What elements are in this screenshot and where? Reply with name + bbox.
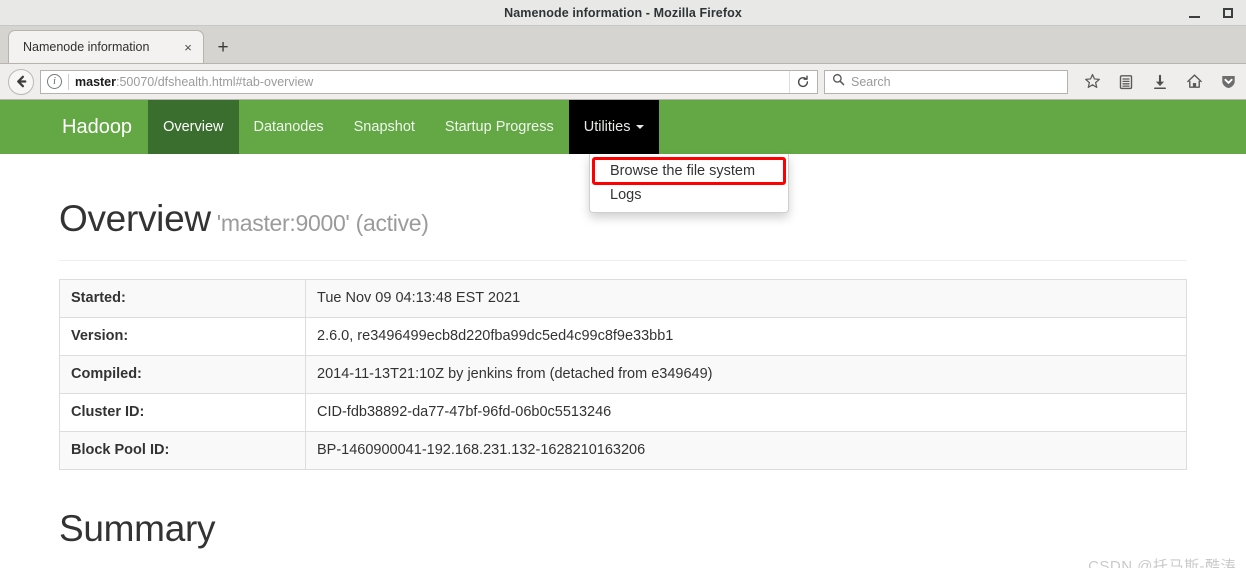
reload-icon[interactable]: [789, 70, 815, 93]
table-row: Version: 2.6.0, re3496499ecb8d220fba99dc…: [59, 317, 1187, 357]
back-arrow-icon[interactable]: [8, 68, 34, 95]
menu-item-logs[interactable]: Logs: [590, 183, 788, 207]
browser-tabstrip: Namenode information × +: [0, 26, 1246, 64]
window-title: Namenode information - Mozilla Firefox: [504, 5, 742, 20]
toolbar-icons: [1074, 72, 1238, 92]
new-tab-button[interactable]: +: [208, 33, 238, 63]
table-row: Block Pool ID: BP-1460900041-192.168.231…: [59, 431, 1187, 471]
row-key: Version:: [59, 317, 306, 357]
browser-toolbar: i master:50070/dfshealth.html#tab-overvi…: [0, 64, 1246, 100]
row-value: CID-fdb38892-da77-47bf-96fd-06b0c5513246: [305, 393, 1187, 433]
menu-item-browse-file-system[interactable]: Browse the file system: [592, 157, 786, 185]
url-text: master:50070/dfshealth.html#tab-overview: [75, 75, 783, 89]
pocket-shield-icon[interactable]: [1218, 72, 1238, 92]
url-separator: [68, 73, 69, 90]
nav-item-snapshot-label: Snapshot: [353, 119, 415, 135]
browser-tab[interactable]: Namenode information ×: [8, 30, 204, 63]
row-key: Started:: [59, 278, 306, 319]
csdn-watermark: CSDN @托马斯-酷涛: [1088, 558, 1236, 568]
row-key: Cluster ID:: [59, 393, 306, 433]
tab-title: Namenode information: [23, 40, 150, 54]
row-value: Tue Nov 09 04:13:48 EST 2021: [305, 278, 1187, 319]
info-icon[interactable]: i: [47, 74, 62, 89]
row-value: 2.6.0, re3496499ecb8d220fba99dc5ed4c99c8…: [305, 317, 1187, 357]
nav-item-overview-label: Overview: [163, 119, 224, 135]
url-host: master: [75, 74, 116, 89]
window-titlebar: Namenode information - Mozilla Firefox: [0, 0, 1246, 26]
window-controls: [1184, 0, 1238, 26]
nav-item-overview[interactable]: Overview: [148, 100, 239, 154]
nav-item-startup-progress[interactable]: Startup Progress: [430, 100, 569, 154]
row-key: Block Pool ID:: [59, 431, 306, 471]
nav-item-startup-progress-label: Startup Progress: [444, 119, 554, 135]
chevron-down-icon: [636, 125, 645, 129]
row-value: BP-1460900041-192.168.231.132-1628210163…: [305, 431, 1187, 471]
utilities-dropdown-menu: Browse the file system Logs: [589, 154, 789, 213]
title-divider: [59, 260, 1187, 261]
star-icon[interactable]: [1082, 72, 1102, 92]
home-icon[interactable]: [1184, 72, 1204, 92]
nav-item-utilities[interactable]: Utilities: [568, 100, 660, 154]
nav-item-datanodes[interactable]: Datanodes: [239, 100, 339, 154]
nav-item-datanodes-label: Datanodes: [253, 119, 324, 135]
brand-hadoop[interactable]: Hadoop: [46, 100, 148, 154]
table-row: Cluster ID: CID-fdb38892-da77-47bf-96fd-…: [59, 393, 1187, 433]
page-title-sub: 'master:9000' (active): [216, 210, 429, 236]
search-bar[interactable]: Search: [824, 69, 1068, 94]
search-input[interactable]: Search: [851, 75, 891, 89]
table-row: Started: Tue Nov 09 04:13:48 EST 2021: [59, 278, 1187, 319]
page-title-main: Overview: [59, 198, 211, 239]
minimize-button[interactable]: [1184, 3, 1204, 23]
hadoop-navbar: Hadoop Overview Datanodes Snapshot Start…: [0, 100, 1246, 154]
row-key: Compiled:: [59, 355, 306, 395]
nav-item-utilities-label: Utilities: [583, 119, 631, 135]
row-value: 2014-11-13T21:10Z by jenkins from (detac…: [305, 355, 1187, 395]
library-icon[interactable]: [1116, 72, 1136, 92]
page-content: Overview'master:9000' (active) Started: …: [0, 154, 1246, 568]
search-icon: [832, 73, 845, 91]
address-bar[interactable]: i master:50070/dfshealth.html#tab-overvi…: [40, 69, 818, 94]
table-row: Compiled: 2014-11-13T21:10Z by jenkins f…: [59, 355, 1187, 395]
summary-heading: Summary: [59, 508, 216, 550]
close-icon[interactable]: ×: [179, 38, 197, 56]
url-path: :50070/dfshealth.html#tab-overview: [116, 74, 314, 89]
cluster-info-table: Started: Tue Nov 09 04:13:48 EST 2021 Ve…: [59, 278, 1187, 471]
maximize-button[interactable]: [1218, 3, 1238, 23]
nav-item-snapshot[interactable]: Snapshot: [339, 100, 430, 154]
download-icon[interactable]: [1150, 72, 1170, 92]
